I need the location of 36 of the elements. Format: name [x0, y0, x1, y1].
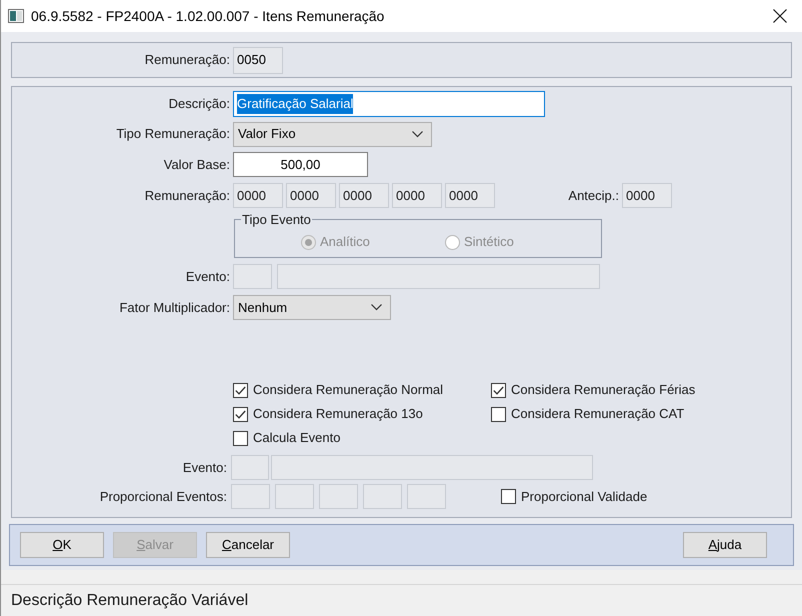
field-label: Evento:	[182, 458, 227, 477]
close-icon[interactable]	[773, 9, 787, 23]
field-label: Proporcional Eventos:	[100, 488, 227, 506]
field-label: Fator Multiplicador:	[119, 298, 230, 317]
checkbox[interactable]	[233, 382, 248, 398]
field-label: Remuneração:	[144, 186, 230, 205]
description-field[interactable]: Gratificação Salarial	[233, 91, 545, 117]
dropdown[interactable]: Nenhum	[233, 295, 391, 320]
chevron-down-icon	[371, 304, 382, 311]
checkbox-label[interactable]: Considera Remuneração Normal	[253, 380, 444, 400]
checkbox[interactable]	[491, 382, 506, 398]
field-label: Evento:	[186, 268, 230, 286]
window-icon	[8, 9, 24, 23]
input-field[interactable]: 500,00	[233, 152, 368, 177]
field-label: Valor Base:	[164, 156, 230, 174]
checkbox-label[interactable]: Proporcional Validade	[521, 486, 648, 506]
group-box-title: Tipo Evento	[241, 212, 312, 227]
checkbox-label[interactable]: Considera Remuneração CAT	[511, 404, 684, 424]
field-label: Antecip.:	[568, 186, 619, 205]
checkbox-label[interactable]: Considera Remuneração Férias	[511, 380, 696, 400]
checkbox[interactable]	[491, 406, 506, 422]
checkbox[interactable]	[233, 430, 248, 446]
checkbox-label[interactable]: Calcula Evento	[253, 428, 340, 448]
checkbox[interactable]	[233, 406, 248, 422]
status-text: Descrição Remuneração Variável	[11, 590, 248, 610]
help-button[interactable]: Ajuda	[683, 532, 767, 558]
cancel-button[interactable]: Cancelar	[206, 532, 290, 558]
checkbox-label[interactable]: Considera Remuneração 13o	[253, 404, 423, 424]
dropdown[interactable]: Valor Fixo	[233, 122, 432, 146]
field-label: Descrição:	[168, 95, 230, 114]
field-label: Remuneração:	[144, 51, 230, 70]
ok-button[interactable]: OK	[20, 532, 104, 558]
checkbox[interactable]	[501, 489, 516, 504]
field-label: Tipo Remuneração:	[116, 125, 230, 144]
window-title: 06.9.5582 - FP2400A - 1.02.00.007 - Itens Remuneração	[31, 6, 384, 26]
chevron-down-icon	[412, 130, 423, 138]
